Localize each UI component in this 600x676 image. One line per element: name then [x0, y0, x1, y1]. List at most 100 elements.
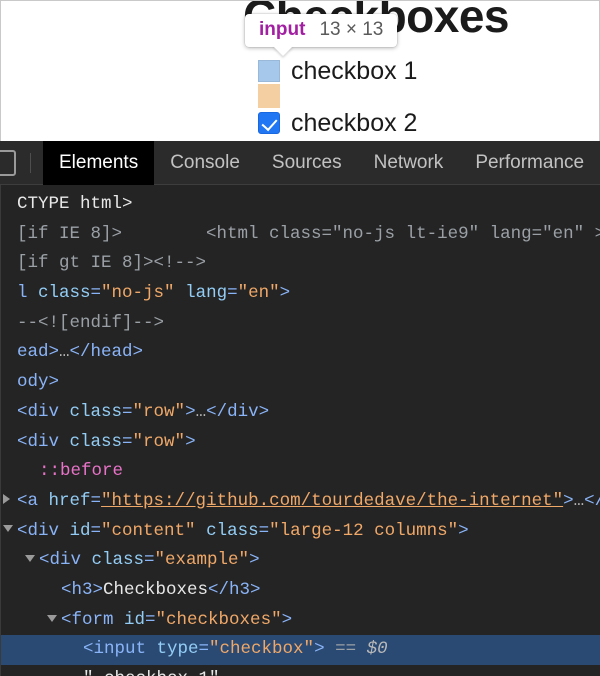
checkbox-row-1[interactable]: checkbox 1 — [258, 57, 417, 85]
code-token: = — [91, 283, 102, 303]
code-token: <h3> — [61, 580, 103, 600]
code-token: class — [70, 402, 123, 422]
code-token: = — [91, 521, 102, 541]
checkbox-input-2[interactable] — [258, 112, 280, 134]
code-token: </h3> — [208, 580, 261, 600]
code-token: > — [563, 491, 574, 511]
tooltip-dimensions: 13 × 13 — [319, 19, 383, 41]
dom-line[interactable]: --<![endif]--> — [1, 309, 600, 339]
code-token: = — [145, 610, 156, 630]
code-token: … — [574, 491, 585, 511]
code-token — [175, 283, 186, 303]
code-token: == — [325, 639, 367, 659]
code-token: </head> — [70, 342, 144, 362]
dom-line[interactable]: [if gt IE 8]><!--> — [1, 249, 600, 279]
code-token: "en" — [238, 283, 280, 303]
tooltip-arrow-icon — [273, 46, 293, 56]
checkbox-label-1: checkbox 1 — [291, 57, 417, 86]
checkbox-row-2[interactable]: checkbox 2 — [258, 109, 417, 137]
toolbar-divider — [30, 153, 31, 173]
tab-console[interactable]: Console — [154, 141, 256, 185]
code-token: l — [17, 283, 38, 303]
code-token: <div — [17, 432, 70, 452]
code-token: Checkboxes — [103, 580, 208, 600]
code-token: id — [70, 521, 91, 541]
code-token: [if IE 8]> <html class="no-js lt-ie9" la… — [17, 224, 600, 244]
code-token: id — [124, 610, 145, 630]
disclosure-triangle-expanded-icon[interactable] — [25, 546, 39, 576]
code-token: ead> — [17, 342, 59, 362]
code-token: = — [91, 491, 102, 511]
code-token — [196, 521, 207, 541]
code-token: … — [59, 342, 70, 362]
code-token: </div> — [206, 402, 269, 422]
dom-line[interactable]: ::before — [1, 457, 600, 487]
disclosure-triangle-expanded-icon[interactable] — [47, 606, 61, 636]
code-token: "row" — [133, 402, 186, 422]
code-token: = — [122, 432, 133, 452]
device-toolbar-icon[interactable] — [0, 150, 16, 176]
code-token: type — [157, 639, 199, 659]
code-token: <div — [17, 521, 70, 541]
code-token: $0 — [367, 639, 388, 659]
code-token: = — [144, 550, 155, 570]
dom-line[interactable]: <a href="https://github.com/tourdedave/t… — [1, 487, 600, 517]
code-token: lang — [185, 283, 227, 303]
tab-sources[interactable]: Sources — [256, 141, 358, 185]
code-token: class — [70, 432, 123, 452]
code-token: > — [249, 550, 260, 570]
disclosure-triangle-expanded-icon[interactable] — [3, 517, 17, 547]
tab-performance[interactable]: Performance — [459, 141, 600, 185]
dom-line[interactable]: ead>…</head> — [1, 338, 600, 368]
code-token: ody> — [17, 372, 59, 392]
devtools-panel: Elements Console Sources Network Performance… — [0, 141, 600, 676]
dom-line[interactable]: <form id="checkboxes"> — [1, 606, 600, 636]
checkbox-input-1[interactable] — [258, 60, 280, 82]
code-token: class — [38, 283, 91, 303]
dom-line-selected[interactable]: <input type="checkbox"> == $0 — [1, 635, 600, 665]
code-token: "checkboxes" — [156, 610, 282, 630]
dom-line[interactable]: ody> — [1, 368, 600, 398]
code-token: = — [122, 402, 133, 422]
code-token: " checkbox 1" — [83, 669, 220, 676]
code-token: "large-12 columns" — [269, 521, 458, 541]
page-viewport: Checkboxes checkbox 1 checkbox 2 input 1… — [0, 0, 600, 141]
code-token: "checkbox" — [209, 639, 314, 659]
dom-line[interactable]: <div class="row"> — [1, 428, 600, 458]
code-token: = — [199, 639, 210, 659]
tab-network[interactable]: Network — [358, 141, 460, 185]
code-token: class — [92, 550, 145, 570]
dom-tree-panel[interactable]: CTYPE html> [if IE 8]> <html class="no-js… — [0, 185, 600, 676]
code-token: > — [185, 402, 196, 422]
dom-line[interactable]: <h3>Checkboxes</h3> — [1, 576, 600, 606]
browser-window: Checkboxes checkbox 1 checkbox 2 input 1… — [0, 0, 600, 676]
tab-label: Performance — [475, 152, 584, 174]
code-token: > — [185, 432, 196, 452]
disclosure-triangle-collapsed-icon[interactable] — [3, 487, 17, 517]
code-token: = — [227, 283, 238, 303]
code-token: ::before — [39, 461, 123, 481]
dom-line[interactable]: <div class="example"> — [1, 546, 600, 576]
tab-label: Sources — [272, 152, 342, 174]
code-token: "example" — [155, 550, 250, 570]
code-token: "https://github.com/tourdedave/the-inter… — [101, 491, 563, 511]
code-token: href — [49, 491, 91, 511]
code-token: <form — [61, 610, 124, 630]
code-token: </a> — [584, 491, 600, 511]
checkbox-label-2: checkbox 2 — [291, 109, 417, 138]
code-token: > — [282, 610, 293, 630]
dom-line[interactable]: [if IE 8]> <html class="no-js lt-ie9" la… — [1, 220, 600, 250]
dom-line[interactable]: CTYPE html> — [1, 190, 600, 220]
tab-label: Network — [374, 152, 444, 174]
tab-label: Console — [170, 152, 240, 174]
code-token: [if gt IE 8]><!--> — [17, 253, 206, 273]
dom-line[interactable]: <div class="row">…</div> — [1, 398, 600, 428]
code-token: > — [458, 521, 469, 541]
code-token: <div — [17, 402, 70, 422]
inspector-tooltip: input 13 × 13 — [245, 14, 397, 47]
tab-elements[interactable]: Elements — [43, 141, 154, 185]
dom-line[interactable]: <div id="content" class="large-12 column… — [1, 517, 600, 547]
code-token: "no-js" — [101, 283, 175, 303]
dom-line[interactable]: l class="no-js" lang="en"> — [1, 279, 600, 309]
dom-line[interactable]: " checkbox 1" — [1, 665, 600, 676]
